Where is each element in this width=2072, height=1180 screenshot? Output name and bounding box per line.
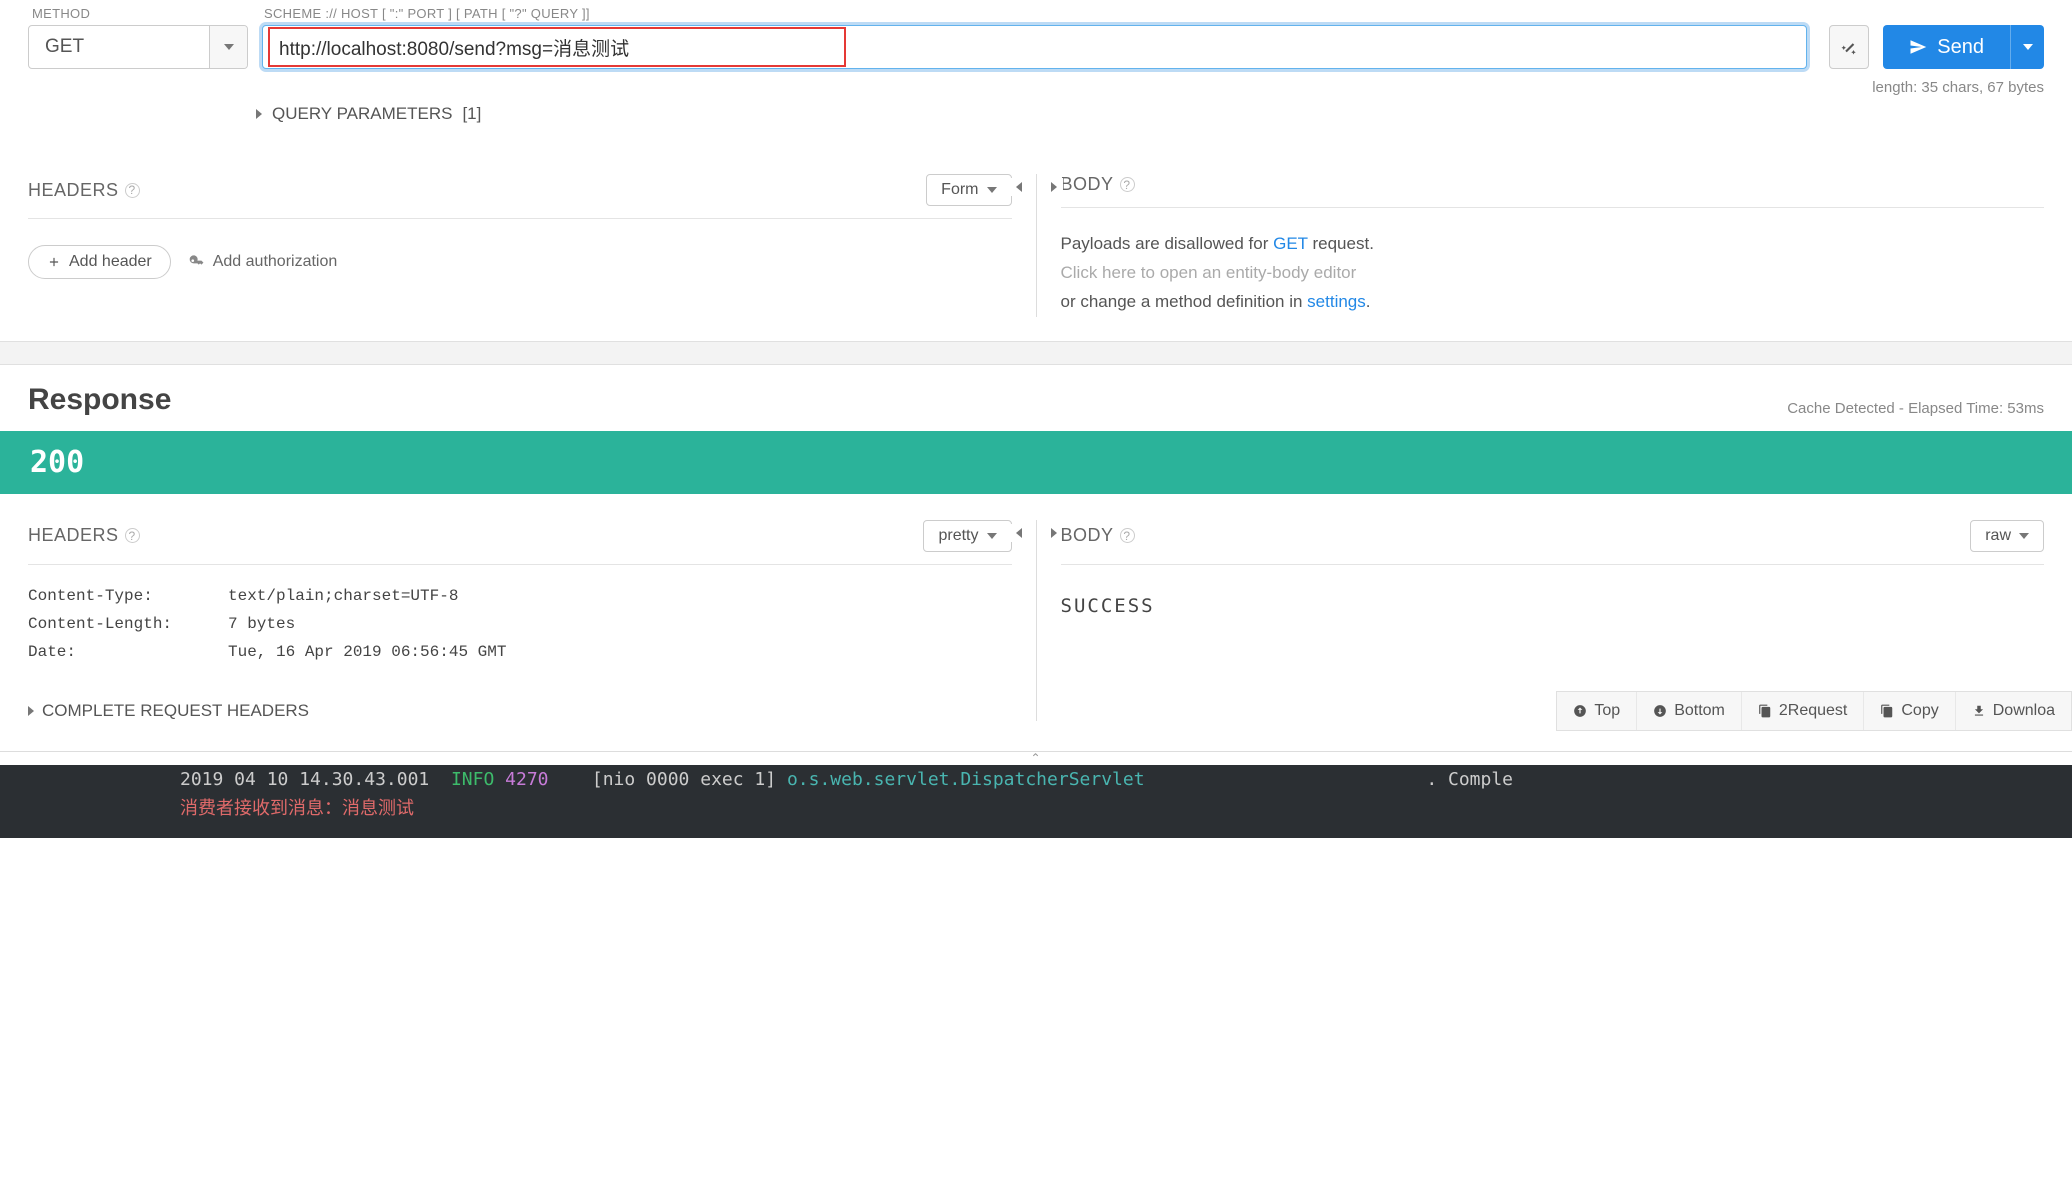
resp-headers-mode-select[interactable]: pretty [923, 520, 1011, 552]
arrow-down-circle-icon [1653, 704, 1667, 718]
terminal-line: 2019 04 10 14.30.43.001 INFO 4270 [nio 0… [0, 769, 2072, 790]
header-val: Tue, 16 Apr 2019 06:56:45 GMT [228, 643, 1012, 661]
copy-up-icon [1758, 704, 1772, 718]
header-key: Content-Type: [28, 587, 228, 605]
query-params-count: [1] [462, 104, 481, 124]
help-icon[interactable]: ? [125, 183, 140, 198]
copy-icon [1880, 704, 1894, 718]
header-row: Content-Type: text/plain;charset=UTF-8 [28, 587, 1012, 605]
send-caret-icon[interactable] [2010, 25, 2044, 69]
plus-icon [47, 255, 61, 269]
body-msg-suffix: request. [1308, 234, 1374, 253]
complete-request-headers-toggle[interactable]: COMPLETE REQUEST HEADERS [28, 701, 1012, 721]
key-icon [189, 254, 205, 270]
terminal-panel: 2019 04 10 14.30.43.001 INFO 4270 [nio 0… [0, 765, 2072, 838]
add-header-label: Add header [69, 253, 152, 271]
wand-icon [1840, 38, 1858, 56]
drag-icon: ⌃ [1030, 751, 1041, 765]
arrow-up-circle-icon [1573, 704, 1587, 718]
tool-label: Copy [1901, 702, 1938, 720]
header-row: Date: Tue, 16 Apr 2019 06:56:45 GMT [28, 643, 1012, 661]
tool-label: Top [1594, 702, 1620, 720]
send-label: Send [1937, 36, 1984, 59]
query-parameters-toggle[interactable]: QUERY PARAMETERS [1] [28, 104, 2044, 124]
body-msg-prefix: Payloads are disallowed for [1061, 234, 1274, 253]
add-auth-label: Add authorization [213, 253, 338, 271]
collapse-left-icon[interactable] [1010, 178, 1028, 196]
chevron-down-icon [2019, 533, 2029, 539]
settings-link[interactable]: settings [1307, 292, 1366, 311]
resp-body-mode-select[interactable]: raw [1970, 520, 2044, 552]
add-authorization-button[interactable]: Add authorization [189, 253, 338, 271]
response-title: Response [28, 383, 171, 417]
open-entity-editor-link[interactable]: Click here to open an entity-body editor [1061, 259, 2045, 288]
tool-label: 2Request [1779, 702, 1848, 720]
panel-divider [0, 341, 2072, 365]
scroll-bottom-button[interactable]: Bottom [1637, 692, 1742, 730]
chevron-right-icon [28, 706, 34, 716]
body-msg-line3a: or change a method definition in [1061, 292, 1308, 311]
copy-button[interactable]: Copy [1864, 692, 1955, 730]
terminal-line: 消费者接收到消息：消息测试 [0, 794, 2072, 820]
header-row: Content-Length: 7 bytes [28, 615, 1012, 633]
drag-handle[interactable]: ⌃ [0, 751, 2072, 765]
add-header-button[interactable]: Add header [28, 245, 171, 279]
send-button[interactable]: Send [1883, 25, 2044, 69]
header-key: Content-Length: [28, 615, 228, 633]
chevron-right-icon [256, 109, 262, 119]
url-label: SCHEME :// HOST [ ":" PORT ] [ PATH [ "?… [264, 6, 2044, 21]
body-message: Payloads are disallowed for GET request.… [1061, 230, 2045, 317]
tool-label: Downloa [1993, 702, 2055, 720]
send-icon [1909, 38, 1927, 56]
header-val: 7 bytes [228, 615, 1012, 633]
response-body-content: SUCCESS [1061, 595, 2045, 617]
method-caret-icon[interactable] [209, 26, 247, 68]
tool-label: Bottom [1674, 702, 1725, 720]
scroll-top-button[interactable]: Top [1557, 692, 1637, 730]
headers-mode-label: Form [941, 181, 978, 199]
download-icon [1972, 704, 1986, 718]
resp-headers-title: HEADERS [28, 525, 119, 546]
download-button[interactable]: Downloa [1956, 692, 2071, 730]
complete-headers-label: COMPLETE REQUEST HEADERS [42, 701, 309, 721]
response-body-toolbar: Top Bottom 2Request Copy Downloa [1556, 691, 2072, 731]
resp-headers-mode-label: pretty [938, 527, 978, 545]
magic-wand-button[interactable] [1829, 25, 1869, 69]
help-icon[interactable]: ? [125, 528, 140, 543]
resp-body-mode-label: raw [1985, 527, 2011, 545]
req-body-title: BODY [1061, 174, 1114, 195]
chevron-down-icon [987, 533, 997, 539]
collapse-left-icon[interactable] [1010, 524, 1028, 542]
chevron-down-icon [987, 187, 997, 193]
query-params-label: QUERY PARAMETERS [272, 104, 452, 124]
body-msg-method-link[interactable]: GET [1273, 234, 1308, 253]
response-headers-table: Content-Type: text/plain;charset=UTF-8 C… [28, 587, 1012, 661]
url-input[interactable] [262, 25, 1807, 69]
resp-body-title: BODY [1061, 525, 1114, 546]
help-icon[interactable]: ? [1120, 528, 1135, 543]
url-length-info: length: 35 chars, 67 bytes [28, 79, 2044, 96]
method-value: GET [29, 26, 209, 68]
header-val: text/plain;charset=UTF-8 [228, 587, 1012, 605]
status-bar: 200 [0, 431, 2072, 494]
headers-mode-select[interactable]: Form [926, 174, 1011, 206]
method-select[interactable]: GET [28, 25, 248, 69]
response-meta: Cache Detected - Elapsed Time: 53ms [1787, 400, 2044, 417]
req-headers-title: HEADERS [28, 180, 119, 201]
header-key: Date: [28, 643, 228, 661]
collapse-right-icon[interactable] [1045, 178, 1063, 196]
body-msg-line3b: . [1366, 292, 1371, 311]
to-request-button[interactable]: 2Request [1742, 692, 1865, 730]
help-icon[interactable]: ? [1120, 177, 1135, 192]
method-label: METHOD [28, 6, 264, 21]
